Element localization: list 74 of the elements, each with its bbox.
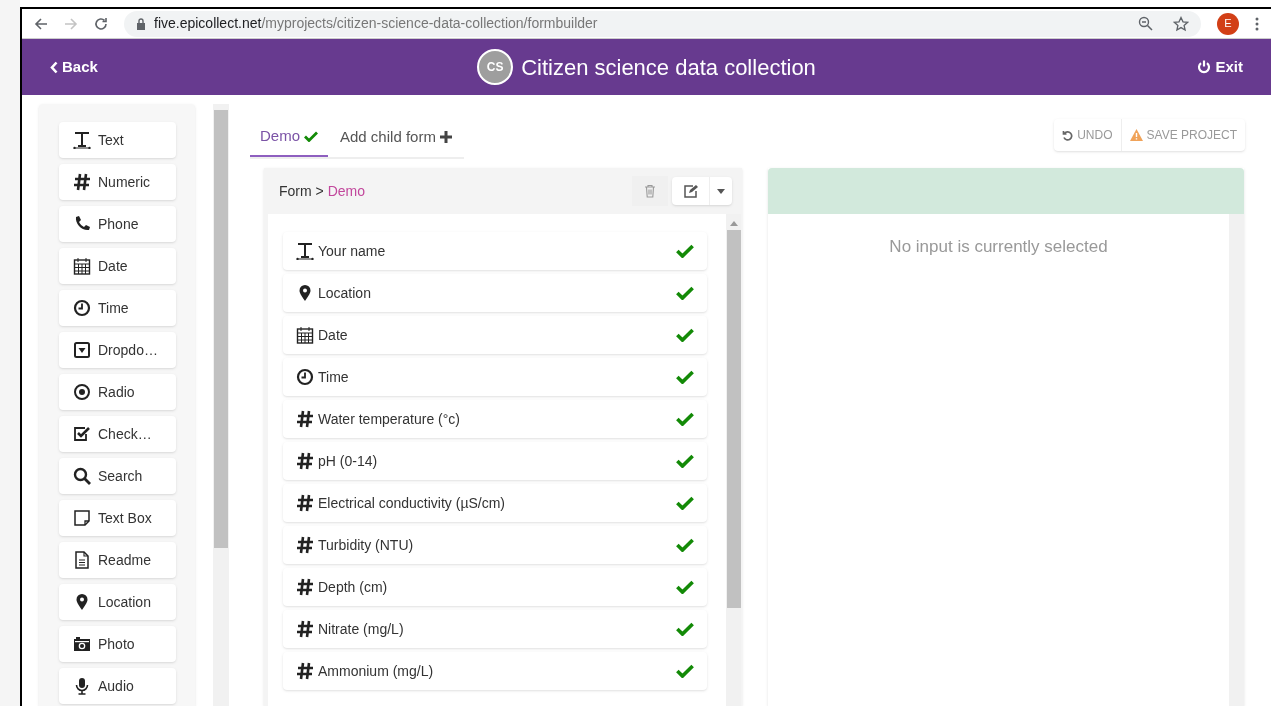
calendar-icon (296, 326, 314, 344)
text-format-icon (73, 131, 91, 149)
input-type-button[interactable]: Text (59, 122, 176, 158)
hash-icon (296, 494, 314, 512)
scrollbar-thumb[interactable] (726, 230, 741, 608)
calendar-icon (73, 257, 91, 275)
project-title: Citizen science data collection (521, 53, 816, 82)
chevron-left-icon (50, 60, 58, 74)
input-type-button[interactable]: Photo (59, 626, 176, 662)
menu-icon[interactable] (1255, 16, 1259, 31)
input-type-button[interactable]: Date (59, 248, 176, 284)
input-type-button[interactable]: Location (59, 584, 176, 620)
input-type-button[interactable]: Numeric (59, 164, 176, 200)
form-tab[interactable]: Demo (250, 117, 328, 157)
hash-icon (296, 578, 314, 596)
form-input-row[interactable]: Depth (cm) (283, 568, 707, 606)
form-input-row[interactable]: pH (0-14) (283, 442, 707, 480)
input-type-button[interactable]: Search (59, 458, 176, 494)
hash-icon (296, 452, 314, 470)
hash-icon (296, 620, 314, 638)
input-type-button[interactable]: Audio (59, 668, 176, 704)
form-input-row[interactable]: Your name (283, 232, 707, 270)
form-input-row[interactable]: Location (283, 274, 707, 312)
profile-avatar[interactable]: E (1217, 12, 1239, 35)
address-bar[interactable]: five.epicollect.net/myprojects/citizen-science-data-collection/formbuilder (124, 10, 1201, 37)
scrollbar-thumb[interactable] (214, 110, 228, 548)
form-input-row[interactable]: Water temperature (°c) (283, 400, 707, 438)
text-format-icon (296, 242, 314, 260)
warning-icon (1129, 129, 1143, 141)
back-link[interactable]: Back (50, 55, 98, 79)
reload-icon[interactable] (94, 16, 108, 31)
edit-icon (682, 184, 699, 198)
input-type-button[interactable]: Readme (59, 542, 176, 578)
trash-icon (644, 184, 656, 198)
back-arrow-icon[interactable] (34, 16, 48, 31)
input-type-button[interactable]: Phone (59, 206, 176, 242)
caret-icon (717, 188, 725, 194)
clock-icon (296, 368, 314, 386)
power-icon (1197, 60, 1212, 74)
form-tab[interactable]: Add child form (328, 117, 464, 157)
zoom-out-icon[interactable] (1138, 16, 1153, 31)
form-input-row[interactable]: Time (283, 358, 707, 396)
input-type-button[interactable]: Time (59, 290, 176, 326)
note-icon (73, 509, 91, 527)
star-icon[interactable] (1173, 15, 1189, 32)
breadcrumb: Form > Demo (279, 181, 365, 201)
checkbox-icon (73, 425, 91, 443)
camera-icon (73, 635, 91, 653)
lock-icon (136, 17, 146, 30)
input-type-button[interactable]: Radio (59, 374, 176, 410)
undo-icon (1062, 129, 1074, 141)
exit-link[interactable]: Exit (1197, 55, 1243, 79)
clock-icon (73, 299, 91, 317)
form-input-row[interactable]: Ammonium (mg/L) (283, 652, 707, 690)
form-input-row[interactable]: Turbidity (NTU) (283, 526, 707, 564)
hash-icon (296, 536, 314, 554)
input-type-button[interactable]: Dropdo… (59, 332, 176, 368)
input-type-button[interactable]: Text Box (59, 500, 176, 536)
project-avatar: CS (477, 49, 514, 85)
empty-state-message: No input is currently selected (889, 236, 1108, 256)
form-input-row[interactable]: Nitrate (mg/L) (283, 610, 707, 648)
form-input-row[interactable]: Electrical conductivity (µS/cm) (283, 484, 707, 522)
document-icon (73, 551, 91, 569)
search-icon (73, 467, 91, 485)
hash-icon (73, 173, 91, 191)
url-text: five.epicollect.net/myprojects/citizen-science-data-collection/formbuilder (154, 14, 598, 33)
form-input-row[interactable]: Date (283, 316, 707, 354)
hash-icon (296, 662, 314, 680)
hash-icon (296, 410, 314, 428)
microphone-icon (73, 677, 91, 695)
phone-icon (73, 215, 91, 233)
radio-icon (73, 383, 91, 401)
dropdown-icon (73, 341, 91, 359)
input-type-button[interactable]: Check… (59, 416, 176, 452)
